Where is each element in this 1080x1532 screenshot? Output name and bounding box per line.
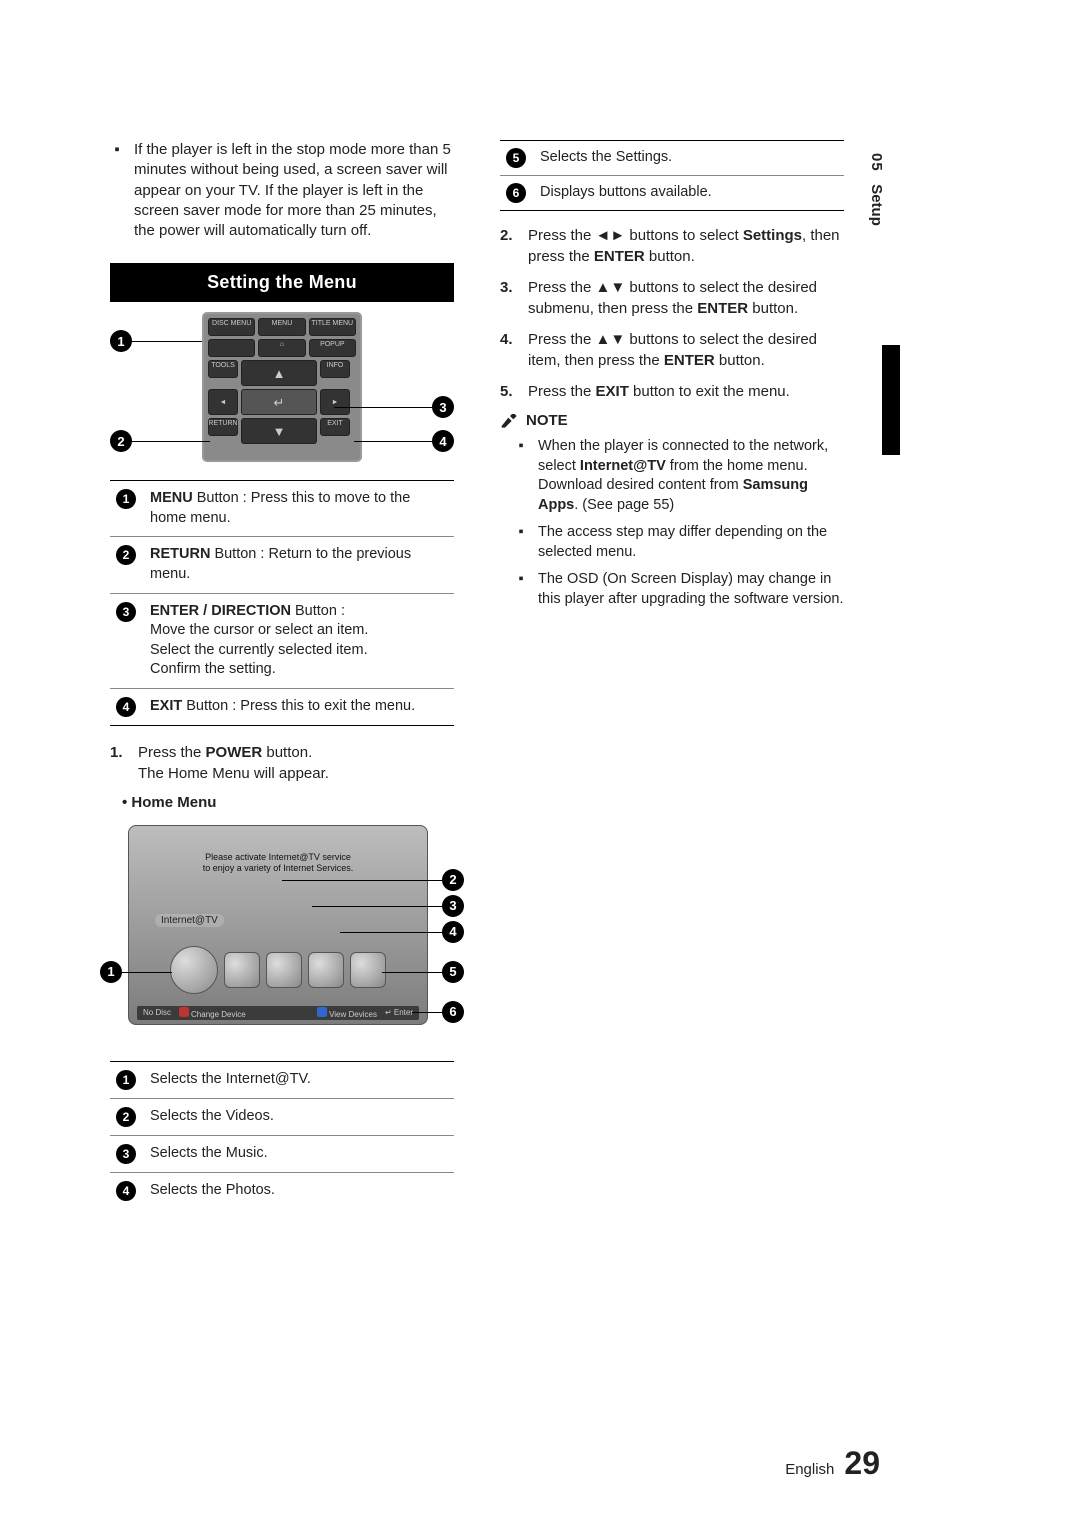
hm-callout-6: 6	[442, 1001, 464, 1023]
remote-down-icon: ▼	[241, 418, 317, 444]
step-1: 1. Press the POWER button. The Home Menu…	[110, 742, 454, 784]
home-desc-2: Selects the Videos.	[150, 1107, 274, 1127]
remote-right-icon: ►	[320, 389, 350, 415]
hm-callout-5: 5	[442, 961, 464, 983]
hm-enter: ↵ Enter	[385, 1008, 413, 1017]
circ-1: 1	[116, 489, 136, 509]
callout-2: 2	[110, 430, 132, 452]
callout-4: 4	[432, 430, 454, 452]
note-2: ▪The access step may differ depending on…	[500, 523, 844, 562]
hm-change: Change Device	[191, 1010, 246, 1019]
hm-no-disc: No Disc	[143, 1008, 171, 1017]
footer-page: 29	[844, 1445, 880, 1482]
hm-icon-internet	[170, 946, 218, 994]
remote-up-icon: ▲	[241, 360, 317, 386]
intro-paragraph: ▪ If the player is left in the stop mode…	[110, 140, 454, 241]
circ-4: 4	[116, 697, 136, 717]
home-desc-table-right: 5Selects the Settings. 6Displays buttons…	[500, 140, 844, 211]
hm-icon-videos	[224, 952, 260, 988]
step-2: 2. Press the ◄► buttons to select Settin…	[500, 225, 844, 267]
bullet-icon: ▪	[110, 140, 124, 241]
home-desc-4: Selects the Photos.	[150, 1181, 275, 1201]
remote-info: INFO	[320, 360, 350, 378]
chip-d-icon	[317, 1007, 327, 1017]
remote-desc-4: EXIT Button : Press this to exit the men…	[150, 697, 415, 717]
remote-title-menu: TITLE MENU	[309, 318, 356, 336]
note-3: ▪The OSD (On Screen Display) may change …	[500, 570, 844, 609]
chapter-tab: 05 Setup	[868, 153, 885, 226]
step-5: 5. Press the EXIT button to exit the men…	[500, 381, 844, 402]
note-heading: NOTE	[500, 412, 844, 429]
hm-callout-2: 2	[442, 869, 464, 891]
remote-popup: POPUP	[309, 339, 356, 357]
circ-2: 2	[116, 545, 136, 565]
remote-diagram: DISC MENU MENU TITLE MENU ⌂ POPUP TOOLS …	[110, 312, 454, 472]
home-desc-6: Displays buttons available.	[540, 183, 712, 203]
home-desc-3: Selects the Music.	[150, 1144, 268, 1164]
chip-a-icon	[179, 1007, 189, 1017]
remote-desc-1: MENU Button : Press this to move to the …	[150, 489, 448, 528]
chapter-title: Setup	[868, 184, 885, 226]
hm-view: View Devices	[329, 1010, 377, 1019]
callout-1: 1	[110, 330, 132, 352]
home-menu-screenshot: Please activate Internet@TV service to e…	[110, 821, 454, 1047]
hm-callout-3: 3	[442, 895, 464, 917]
remote-desc-2: RETURN Button : Return to the previous m…	[150, 545, 448, 584]
remote-disc-menu: DISC MENU	[208, 318, 255, 336]
home-desc-5: Selects the Settings.	[540, 148, 672, 168]
remote-return: RETURN	[208, 418, 238, 436]
circ-3: 3	[116, 602, 136, 622]
note-icon	[500, 414, 520, 428]
hm-button-bar: No Disc Change Device View Devices ↵ Ent…	[137, 1006, 419, 1020]
home-menu-heading: • Home Menu	[122, 794, 454, 811]
remote-menu: MENU	[258, 318, 305, 336]
note-1: ▪ When the player is connected to the ne…	[500, 437, 844, 515]
step-4: 4. Press the ▲▼ buttons to select the de…	[500, 329, 844, 371]
remote-exit: EXIT	[320, 418, 350, 436]
footer-lang: English	[785, 1461, 834, 1478]
hm-msg-1: Please activate Internet@TV service	[129, 852, 427, 864]
remote-desc-table: 1 MENU Button : Press this to move to th…	[110, 480, 454, 726]
remote-desc-3: ENTER / DIRECTION Button : Move the curs…	[150, 602, 368, 680]
intro-text: If the player is left in the stop mode m…	[134, 140, 454, 241]
remote-tools: TOOLS	[208, 360, 238, 378]
remote-home-icon: ⌂	[258, 339, 305, 357]
hm-msg-2: to enjoy a variety of Internet Services.	[129, 863, 427, 875]
hm-icon-photos	[308, 952, 344, 988]
home-desc-1: Selects the Internet@TV.	[150, 1070, 311, 1090]
callout-3: 3	[432, 396, 454, 418]
page-footer: English 29	[785, 1445, 880, 1482]
home-desc-table-left: 1Selects the Internet@TV. 2Selects the V…	[110, 1061, 454, 1209]
step-3: 3. Press the ▲▼ buttons to select the de…	[500, 277, 844, 319]
thumb-tab	[882, 345, 900, 455]
hm-icon-settings	[350, 952, 386, 988]
chapter-number: 05	[868, 153, 885, 172]
hm-callout-1: 1	[100, 961, 122, 983]
section-heading: Setting the Menu	[110, 263, 454, 302]
remote-left-icon: ◄	[208, 389, 238, 415]
hm-callout-4: 4	[442, 921, 464, 943]
hm-label: Internet@TV	[155, 914, 224, 927]
hm-icon-music	[266, 952, 302, 988]
remote-enter-icon: ↵	[241, 389, 317, 415]
